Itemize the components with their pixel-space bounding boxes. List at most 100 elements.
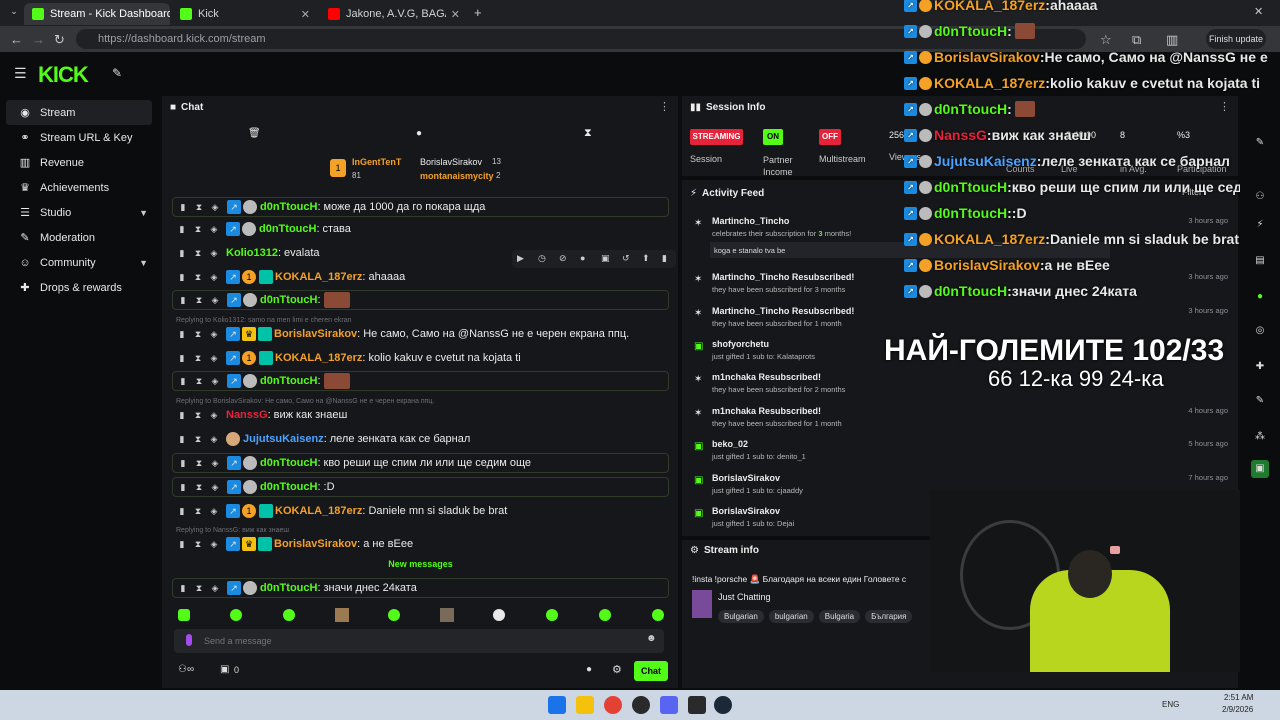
chat-input-box[interactable]: ☻ [174, 629, 664, 653]
terminal-icon[interactable] [688, 696, 706, 714]
emote-icon[interactable] [283, 609, 295, 621]
copy-icon[interactable]: ▣ [601, 253, 610, 264]
chat-message[interactable]: ▮ ⧗ ◈ ↗ d0nTtoucH: става [172, 219, 669, 239]
emote-icon[interactable] [230, 609, 242, 621]
tab-youtube[interactable]: Jakone, A.V.G, BAGARDI, Gr ✕ [320, 3, 468, 25]
sidebar-item-stream[interactable]: ◉ Stream [6, 100, 152, 125]
hourglass-icon[interactable]: ⧗ [194, 506, 202, 517]
chrome-icon[interactable] [604, 696, 622, 714]
reply-context[interactable]: Replying to Kolio1312: samo na men limi … [176, 317, 352, 324]
window-close-icon[interactable]: ✕ [1254, 5, 1263, 18]
chat-mode-icon[interactable]: ● [416, 128, 422, 139]
chevron-down-icon[interactable]: ▼ [139, 258, 148, 268]
feed-user[interactable]: m1nchaka Resubscribed! [712, 406, 821, 416]
sidebar-item-achievements[interactable]: ♛ Achievements [6, 175, 152, 200]
language-indicator[interactable]: ENG [1162, 700, 1179, 709]
hourglass-icon[interactable]: ⧗ [195, 583, 203, 594]
reply-context[interactable]: Replying to BorislavSirakov: Не само, Са… [176, 398, 434, 405]
hourglass-icon[interactable]: ⧗ [195, 458, 203, 469]
trash-icon[interactable]: ▮ [178, 329, 186, 340]
play-icon[interactable]: ▶ [517, 253, 524, 264]
gear-icon[interactable]: ⚙ [612, 663, 622, 676]
trash-icon[interactable]: ▮ [179, 376, 187, 387]
chat-username[interactable]: d0nTtoucH [260, 375, 317, 387]
steam-icon[interactable] [714, 696, 732, 714]
close-tab-icon[interactable]: ✕ [451, 8, 460, 21]
hourglass-icon[interactable]: ⧗ [195, 482, 203, 493]
chat-message[interactable]: ▮ ⧗ ◈ ↗ ♛ BorislavSirakov: а не вЕее [172, 534, 669, 554]
chat-username[interactable]: d0nTtoucH [260, 294, 317, 306]
chat-message[interactable]: ▮ ⧗ ◈ ↗ d0nTtoucH: [172, 290, 669, 310]
tag-chip[interactable]: Bulgaria [818, 610, 861, 623]
tag-chip[interactable]: България [865, 610, 913, 623]
hourglass-icon[interactable]: ⧗ [194, 224, 202, 235]
pin-icon[interactable]: ✎ [112, 66, 122, 80]
trash-icon[interactable]: ▮ [179, 482, 187, 493]
hourglass-icon[interactable]: ⧗ [194, 353, 202, 364]
rail-item-icon[interactable]: ✚ [1251, 358, 1269, 376]
rail-item-icon[interactable]: ⚇ [1251, 188, 1269, 206]
emote-icon[interactable] [652, 609, 664, 621]
chat-send-button[interactable]: Chat [634, 661, 668, 681]
chat-username[interactable]: NanssG [226, 409, 268, 421]
hourglass-icon[interactable]: ⧗ [194, 410, 202, 421]
rail-item-icon[interactable]: ⚡ [1251, 216, 1269, 234]
rail-item-icon[interactable]: ● [1251, 288, 1269, 306]
hourglass-icon[interactable]: ⧗ [194, 272, 202, 283]
rail-item-icon[interactable]: ▣ [1251, 460, 1269, 478]
feed-user[interactable]: Martincho_Tincho Resubscribed! [712, 272, 854, 282]
feed-user[interactable]: BorislavSirakov [712, 473, 780, 483]
feed-user[interactable]: Martincho_Tincho [712, 216, 789, 226]
chat-username[interactable]: d0nTtoucH [260, 201, 317, 213]
reply-icon[interactable]: ● [580, 253, 585, 263]
emote-icon[interactable] [388, 609, 400, 621]
category-thumbnail[interactable] [692, 590, 712, 618]
file-explorer-icon[interactable] [576, 696, 594, 714]
leader-name[interactable]: montanaismycity [420, 171, 494, 181]
leader-name[interactable]: BorislavSirakov [420, 157, 482, 167]
emote-icon[interactable] [335, 608, 349, 622]
sidebar-item-revenue[interactable]: ▥ Revenue [6, 150, 152, 175]
chat-username[interactable]: d0nTtoucH [260, 457, 317, 469]
discord-icon[interactable] [660, 696, 678, 714]
chat-message-input[interactable] [204, 633, 624, 649]
chat-message[interactable]: ▮ ⧗ ◈ ↗ 1 KOKALA_187erz: ahaaaa [172, 267, 502, 287]
feed-item[interactable]: ✶ m1nchaka Resubscribed! they have been … [690, 404, 1230, 437]
emoji-icon[interactable]: ☻ [646, 633, 657, 644]
feed-item[interactable]: ✶ Martincho_Tincho Resubscribed! they ha… [690, 304, 1230, 337]
chat-message[interactable]: ▮ ⧗ ◈ ↗ d0nTtoucH: значи днес 24ката [172, 578, 669, 598]
hourglass-icon[interactable]: ⧗ [195, 202, 203, 213]
chat-username[interactable]: KOKALA_187erz [275, 271, 362, 283]
chat-username[interactable]: KOKALA_187erz [275, 352, 362, 364]
settings-users-icon[interactable]: ⚇∞ [178, 664, 194, 675]
trash-icon[interactable]: ▮ [178, 506, 186, 517]
mic-icon[interactable] [186, 634, 192, 646]
chat-bubble-icon[interactable]: ● [586, 664, 592, 675]
undo-icon[interactable]: ↺ [622, 253, 630, 264]
trash-icon[interactable]: ▮ [178, 353, 186, 364]
clock-date[interactable]: 2/9/2026 [1222, 705, 1253, 714]
windows-start-icon[interactable] [548, 696, 566, 714]
clock-time[interactable]: 2:51 AM [1224, 693, 1253, 702]
chat-username[interactable]: JujutsuKaisenz [243, 433, 324, 445]
emote-icon[interactable] [599, 609, 611, 621]
chat-message[interactable]: ▮ ⧗ ◈ ↗ 1 KOKALA_187erz: kolio kakuv e cvetut… [172, 348, 669, 368]
kick-logo[interactable]: KICK [38, 62, 89, 88]
trash-icon[interactable]: ▮ [178, 410, 186, 421]
feed-user[interactable]: BorislavSirakov [712, 506, 780, 516]
mute-icon[interactable]: ⊘ [559, 253, 567, 264]
sidebar-item-stream-url-key[interactable]: ⚭ Stream URL & Key [6, 125, 152, 150]
back-icon[interactable]: ← [10, 32, 23, 47]
obs-icon[interactable] [632, 696, 650, 714]
feed-user[interactable]: m1nchaka Resubscribed! [712, 372, 821, 382]
hourglass-icon[interactable]: ⧗ [194, 434, 202, 445]
reload-icon[interactable]: ↻ [54, 32, 65, 48]
trash-icon[interactable]: ▮ [178, 539, 186, 550]
sidebar-item-community[interactable]: ☺ Community ▼ [6, 250, 152, 275]
trash-icon[interactable]: 🗑 [248, 128, 261, 139]
emote-icon[interactable] [178, 609, 190, 621]
tab-stream-dashboard[interactable]: Stream - Kick Dashboard ✕ [24, 3, 170, 25]
sidebar-item-studio[interactable]: ☰ Studio ▼ [6, 200, 152, 225]
emote-icon[interactable] [493, 609, 505, 621]
forward-icon[interactable]: → [32, 32, 45, 47]
